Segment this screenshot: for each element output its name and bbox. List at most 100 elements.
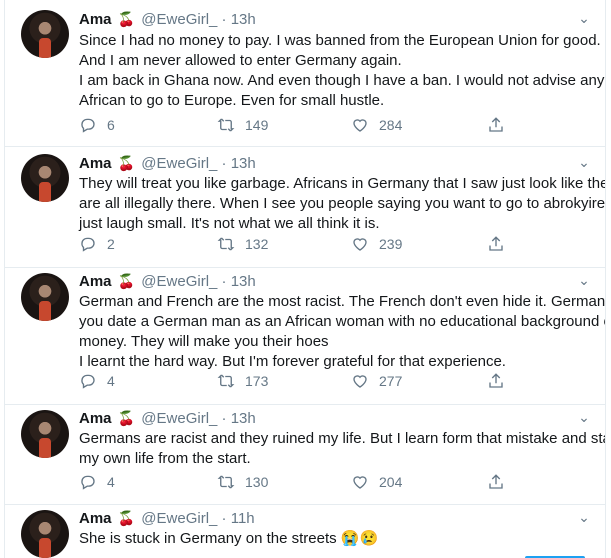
reply-button[interactable]: 6	[79, 115, 115, 135]
tweet[interactable]: Ama 🍒 @EweGirl_ · 13h ⌄ German and Frenc…	[5, 268, 605, 405]
cherry-emoji: 🍒	[117, 273, 136, 289]
heart-icon	[353, 375, 367, 388]
chevron-down-icon[interactable]: ⌄	[577, 273, 591, 287]
like-button[interactable]: 284	[351, 115, 402, 135]
retweet-button[interactable]: 130	[217, 472, 268, 492]
reply-count: 6	[107, 117, 115, 133]
user-handle[interactable]: @EweGirl_	[141, 273, 217, 290]
tweet-text-line: are all illegally there. When I see you …	[79, 195, 606, 212]
avatar[interactable]	[21, 154, 69, 202]
retweet-button[interactable]: 173	[217, 371, 268, 391]
tweet-text: Germans are racist and they ruined my li…	[79, 429, 606, 469]
tweet[interactable]: Ama 🍒 @EweGirl_ · 13h ⌄ Since I had no m…	[5, 0, 605, 147]
like-count: 277	[379, 373, 403, 389]
display-name[interactable]: Ama	[79, 155, 112, 172]
cherry-emoji: 🍒	[117, 410, 136, 426]
share-icon	[489, 373, 503, 388]
tweet-text: She is stuck in Germany on the streets 😭…	[79, 529, 591, 549]
like-count: 204	[379, 474, 403, 490]
display-name[interactable]: Ama	[79, 510, 112, 527]
user-handle[interactable]: @EweGirl_	[141, 155, 217, 172]
timestamp[interactable]: · 13h	[222, 273, 256, 290]
like-button[interactable]: 204	[351, 472, 402, 492]
tweet-text: Since I had no money to pay. I was banne…	[79, 31, 605, 111]
reply-icon	[81, 237, 95, 252]
timestamp[interactable]: · 13h	[222, 410, 256, 427]
display-name[interactable]: Ama	[79, 410, 112, 427]
tweet-text-line: German and French are the most racist. T…	[79, 293, 606, 310]
reply-button[interactable]: 4	[79, 472, 115, 492]
share-icon	[489, 236, 503, 251]
tweet[interactable]: Ama 🍒 @EweGirl_ · 11h ⌄ She is stuck in …	[5, 505, 605, 558]
share-button[interactable]	[487, 371, 505, 391]
chevron-down-icon[interactable]: ⌄	[577, 510, 591, 524]
reply-icon	[81, 118, 95, 133]
tweet-text-line: I am back in Ghana now. And even though …	[79, 72, 605, 89]
retweet-button[interactable]: 149	[217, 115, 268, 135]
timestamp[interactable]: · 11h	[222, 510, 255, 527]
timestamp[interactable]: · 13h	[222, 155, 256, 172]
heart-icon	[353, 238, 367, 251]
tweet-text-line: Germans are racist and they ruined my li…	[79, 430, 606, 447]
avatar[interactable]	[21, 510, 69, 558]
retweet-icon	[217, 374, 235, 388]
tweet[interactable]: Ama 🍒 @EweGirl_ · 13h ⌄ They will treat …	[5, 147, 605, 268]
reply-icon	[81, 374, 95, 389]
reply-button[interactable]: 4	[79, 371, 115, 391]
timeline: Ama 🍒 @EweGirl_ · 13h ⌄ Since I had no m…	[4, 0, 606, 558]
retweet-button[interactable]: 132	[217, 234, 268, 254]
share-button[interactable]	[487, 234, 505, 254]
heart-icon	[353, 119, 367, 132]
tweet-actions: 4 173 277	[79, 371, 519, 391]
reply-button[interactable]: 2	[79, 234, 115, 254]
like-button[interactable]: 277	[351, 371, 402, 391]
tweet-text-line: Since I had no money to pay. I was banne…	[79, 32, 601, 49]
share-button[interactable]	[487, 472, 505, 492]
display-name[interactable]: Ama	[79, 273, 112, 290]
reply-icon	[81, 475, 95, 490]
user-handle[interactable]: @EweGirl_	[141, 410, 217, 427]
retweet-icon	[217, 118, 235, 132]
like-count: 284	[379, 117, 403, 133]
share-button[interactable]	[487, 115, 505, 135]
tweet-header: Ama 🍒 @EweGirl_ · 13h ⌄	[79, 271, 591, 291]
tweet-text-line: just laugh small. It's not what we all t…	[79, 215, 380, 232]
timestamp[interactable]: · 13h	[222, 11, 256, 28]
chevron-down-icon[interactable]: ⌄	[577, 410, 591, 424]
chevron-down-icon[interactable]: ⌄	[577, 11, 591, 25]
display-name[interactable]: Ama	[79, 11, 112, 28]
avatar[interactable]	[21, 10, 69, 58]
retweet-count: 132	[245, 236, 269, 252]
chevron-down-icon[interactable]: ⌄	[577, 155, 591, 169]
avatar[interactable]	[21, 410, 69, 458]
tweet-text-line: money. They will make you their hoes	[79, 333, 329, 350]
reply-count: 4	[107, 474, 115, 490]
tweet-actions: 2 132 239	[79, 234, 519, 254]
tweet-text-line: African to go to Europe. Even for small …	[79, 92, 385, 109]
retweet-count: 149	[245, 117, 269, 133]
tweet-actions: 4 130 204	[79, 472, 519, 492]
reply-count: 4	[107, 373, 115, 389]
share-icon	[489, 474, 503, 489]
tweet-text-line: She is stuck in Germany on the streets 😭…	[79, 530, 379, 547]
like-button[interactable]: 239	[351, 234, 402, 254]
tweet-header: Ama 🍒 @EweGirl_ · 11h ⌄	[79, 508, 591, 528]
tweet-text-line: And I am never allowed to enter Germany …	[79, 52, 402, 69]
user-handle[interactable]: @EweGirl_	[141, 510, 217, 527]
cherry-emoji: 🍒	[117, 510, 136, 526]
tweet-text: German and French are the most racist. T…	[79, 292, 606, 372]
cherry-emoji: 🍒	[117, 155, 136, 171]
retweet-icon	[217, 237, 235, 251]
reply-count: 2	[107, 236, 115, 252]
tweet-text-line: I learnt the hard way. But I'm forever g…	[79, 353, 506, 370]
tweet-text-line: my own life from the start.	[79, 450, 251, 467]
retweet-icon	[217, 475, 235, 489]
tweet-header: Ama 🍒 @EweGirl_ · 13h ⌄	[79, 153, 591, 173]
tweet-text: They will treat you like garbage. Africa…	[79, 174, 606, 234]
tweet-actions: 6 149 284	[79, 115, 519, 135]
tweet[interactable]: Ama 🍒 @EweGirl_ · 13h ⌄ Germans are raci…	[5, 405, 605, 505]
user-handle[interactable]: @EweGirl_	[141, 11, 217, 28]
avatar[interactable]	[21, 273, 69, 321]
tweet-header: Ama 🍒 @EweGirl_ · 13h ⌄	[79, 9, 591, 29]
retweet-count: 130	[245, 474, 269, 490]
